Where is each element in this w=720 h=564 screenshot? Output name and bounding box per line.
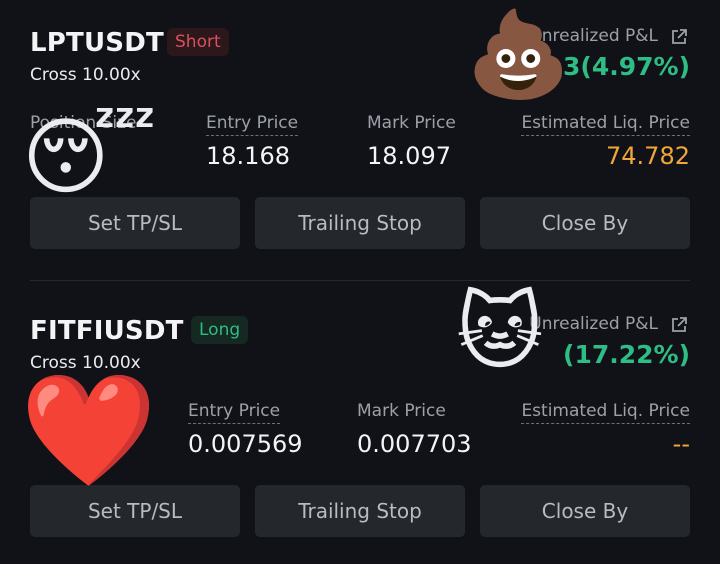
entry-price-label[interactable]: Entry Price [188,401,281,424]
side-badge: Short [167,28,229,56]
cat-face-emoji-icon: 🐱 [456,283,544,381]
mark-price-value: 0.007703 [357,430,472,458]
mark-price-label: Mark Price [357,401,446,421]
close-by-button[interactable]: Close By [480,485,690,537]
margin-mode[interactable]: Cross 10.00x [30,65,141,85]
mark-price-label: Mark Price [367,113,456,133]
red-heart-emoji-icon: ❤️ [20,366,157,494]
trailing-stop-button[interactable]: Trailing Stop [255,197,465,249]
poop-emoji-icon: 💩 [466,5,571,103]
divider [30,280,690,281]
liq-price-label[interactable]: Estimated Liq. Price [521,401,690,424]
entry-price-value: 18.168 [206,142,290,170]
liq-price-value: 74.782 [606,142,690,170]
liq-price-value: -- [672,430,690,458]
liq-price-label[interactable]: Estimated Liq. Price [521,113,690,136]
unrealized-pnl-value: (17.22%) [563,340,690,369]
sleeping-face-emoji-icon: 😴 [22,108,157,206]
share-icon[interactable] [670,28,688,46]
share-icon[interactable] [670,316,688,334]
unrealized-pnl-label: Unrealized P&L [529,314,658,334]
trailing-stop-button[interactable]: Trailing Stop [255,485,465,537]
symbol-name[interactable]: FITFIUSDT [30,316,184,346]
mark-price-value: 18.097 [367,142,451,170]
side-badge: Long [191,316,249,344]
entry-price-value: 0.007569 [188,430,303,458]
entry-price-label[interactable]: Entry Price [206,113,299,136]
close-by-button[interactable]: Close By [480,197,690,249]
symbol-name[interactable]: LPTUSDT [30,28,164,58]
unrealized-pnl-value: 3(4.97%) [563,52,690,81]
